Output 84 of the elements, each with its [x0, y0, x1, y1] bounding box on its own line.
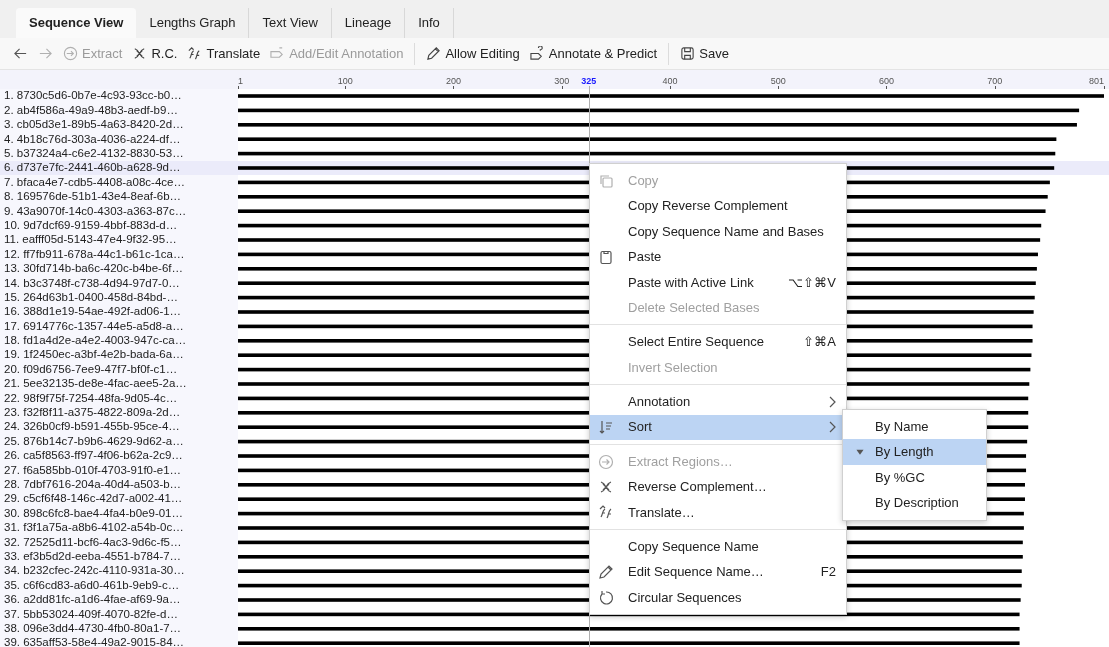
sequence-name[interactable]: 39. 635aff53-58e4-49a2-9015-84…	[0, 637, 185, 647]
sequence-name[interactable]: 3. cb05d3e1-89b5-4a63-8420-2d…	[0, 119, 184, 131]
pencil-icon	[598, 564, 614, 581]
menu-item[interactable]: Translate…	[590, 499, 846, 526]
sequence-name[interactable]: 6. d737e7fc-2441-460b-a628-9d…	[0, 162, 181, 174]
sequence-name[interactable]: 5. b37324a4-c6e2-4132-8830-53…	[0, 148, 184, 160]
sequence-name[interactable]: 7. bfaca4e7-cdb5-4408-a08c-4ce…	[0, 176, 185, 189]
sequence-name[interactable]: 19. 1f2450ec-a3bf-4e2b-bada-6a…	[0, 349, 184, 361]
sequence-name[interactable]: 21. 5ee32135-de8e-4fac-aee5-2a…	[0, 378, 187, 390]
sequence-name[interactable]: 31. f3f1a75a-a8b6-4102-a54b-0c…	[0, 522, 184, 534]
sequence-name[interactable]: 32. 72525d11-bcf6-4ac3-9d6c-f5…	[0, 536, 182, 549]
sequence-name[interactable]: 18. fd1a4d2e-a4e2-4003-947c-ca…	[0, 335, 187, 347]
tab[interactable]: Sequence View	[16, 8, 137, 38]
sequence-name[interactable]: 38. 096e3dd4-4730-4fb0-80a1-7…	[0, 622, 182, 635]
menu-item[interactable]: Copy Sequence Name	[590, 534, 846, 560]
sequence-name[interactable]: 26. ca5f8563-ff97-4f06-b62a-2c9…	[0, 450, 183, 462]
sequence-name[interactable]: 2. ab4f586a-49a9-48b3-aedf-b9…	[0, 104, 178, 117]
ruler-tick-label: 600	[878, 77, 894, 88]
sequence-name[interactable]: 25. 876b14c7-b9b6-4629-9d62-a…	[0, 435, 184, 448]
menu-item[interactable]: Reverse Complement…	[590, 474, 846, 500]
menu-item[interactable]: By Name	[843, 414, 986, 440]
circular-arrow-icon	[598, 589, 614, 606]
tag-icon	[529, 46, 545, 61]
arrow-circle-icon	[598, 453, 614, 470]
sequence-name[interactable]: 10. 9d7dcf69-9159-4bbf-883d-d…	[0, 219, 178, 232]
sequence-name[interactable]: 27. f6a585bb-010f-4703-91f0-e1…	[0, 464, 182, 477]
sequence-name[interactable]: 11. eafff05d-5143-47e4-9f32-95…	[0, 234, 177, 246]
sequence-name[interactable]: 9. 43a9070f-14c0-4303-a363-87c…	[0, 205, 187, 218]
sequence-name[interactable]: 29. c5cf6f48-146c-42d7-a002-41…	[0, 493, 183, 505]
toolbar-button[interactable]: Translate	[182, 41, 266, 66]
toolbar-button[interactable]: Save	[675, 41, 734, 66]
sequence-name[interactable]: 36. a2dd81fc-a1d6-4fae-af69-9a…	[0, 594, 181, 606]
menu-item[interactable]: Copy Sequence Name and Bases	[590, 218, 846, 245]
sequence-name[interactable]: 12. ff7fb911-678a-44c1-b61c-1ca…	[0, 248, 185, 261]
sequence-name[interactable]: 28. 7dbf7616-204a-40d4-a503-b…	[0, 479, 182, 491]
clipboard-icon	[598, 248, 614, 265]
menu-item[interactable]: Edit Sequence Name… F2	[590, 559, 846, 585]
sequence-name[interactable]: 35. c6f6cd83-a6d0-461b-9eb9-c…	[0, 579, 180, 592]
sequence-name[interactable]: 15. 264d63b1-0400-458d-84bd-…	[0, 291, 178, 304]
sequence-name[interactable]: 20. f09d6756-7ee9-47f7-bf0f-c1…	[0, 363, 178, 376]
ruler-tick-label: 500	[770, 77, 786, 88]
arrow-circle-icon	[63, 46, 78, 61]
toolbar-button[interactable]: Allow Editing	[421, 41, 525, 66]
pencil-icon	[426, 46, 442, 61]
sequence-name[interactable]: 24. 326b0cf9-b591-455b-95ce-4…	[0, 421, 180, 433]
sequence-name[interactable]: 30. 898c6fc8-bae4-4fa4-b0e9-01…	[0, 507, 183, 520]
sequence-name[interactable]: 8. 169576de-51b1-43e4-8eaf-6b…	[0, 191, 182, 203]
toolbar-button[interactable]: R.C.	[127, 41, 183, 66]
sequence-name[interactable]: 13. 30fd714b-ba6c-420c-b4be-6f…	[0, 263, 183, 275]
sequence-name[interactable]: 17. 6914776c-1357-44e5-a5d8-a…	[0, 320, 184, 333]
ruler-tick-label: 1	[238, 77, 243, 88]
menu-item[interactable]: Copy Reverse Complement	[590, 193, 846, 219]
menu-item[interactable]: By %GC	[843, 464, 986, 491]
menu-item[interactable]: Paste	[590, 244, 846, 270]
menu-item[interactable]: By Length	[843, 439, 986, 465]
right-arrow-icon	[38, 46, 53, 61]
sequence-name[interactable]: 34. b232cfec-242c-4110-931a-30…	[0, 565, 185, 577]
ruler-tick-label: 200	[445, 77, 461, 88]
sequence-name[interactable]: 14. b3c3748f-c738-4d94-97d7-0…	[0, 277, 180, 289]
sequence-name[interactable]: 22. 98f9f75f-7254-48fa-9d05-4c…	[0, 392, 178, 405]
arrow-tag-icon	[270, 46, 286, 61]
sequence-name[interactable]: 23. f32f8f11-a375-4822-809a-2d…	[0, 407, 181, 419]
menu-item[interactable]: Select Entire Sequence ⇧⌘A	[590, 329, 846, 355]
sort-icon	[598, 419, 614, 436]
menu-item[interactable]: By Description	[843, 490, 986, 516]
ruler-tick-label: 400	[662, 77, 678, 88]
ruler-tick-label: 700	[987, 77, 1003, 88]
sequence-name[interactable]: 16. 388d1e19-54ae-492f-ad06-1…	[0, 306, 182, 318]
ruler-tick-label: 300	[554, 77, 570, 88]
menu-item[interactable]: Paste with Active Link ⌥⇧⌘V	[590, 269, 846, 295]
ruler-tick-label: 801	[1088, 77, 1104, 88]
ruler-tick-label: 100	[337, 77, 353, 88]
left-arrow-icon	[13, 46, 28, 61]
sequence-name[interactable]: 1. 8730c5d6-0b7e-4c93-93cc-b0…	[0, 90, 182, 102]
sequence-name[interactable]: 4. 4b18c76d-303a-4036-a224-df…	[0, 133, 181, 146]
copy-icon	[598, 172, 614, 189]
menu-item[interactable]: Annotation	[590, 389, 846, 415]
selected-row-highlight[interactable]: 6. d737e7fc-2441-460b-a628-9d…	[0, 160, 238, 176]
save-icon	[680, 46, 696, 61]
sequence-name[interactable]: 33. ef3b5d2d-eeba-4551-b784-7…	[0, 550, 182, 563]
sequence-name[interactable]: 37. 5bb53024-409f-4070-82fe-d…	[0, 608, 178, 620]
toolbar-button[interactable]: Annotate & Predict	[524, 41, 663, 66]
menu-item[interactable]: Circular Sequences	[590, 584, 846, 611]
cursor-position: 325	[581, 77, 597, 88]
